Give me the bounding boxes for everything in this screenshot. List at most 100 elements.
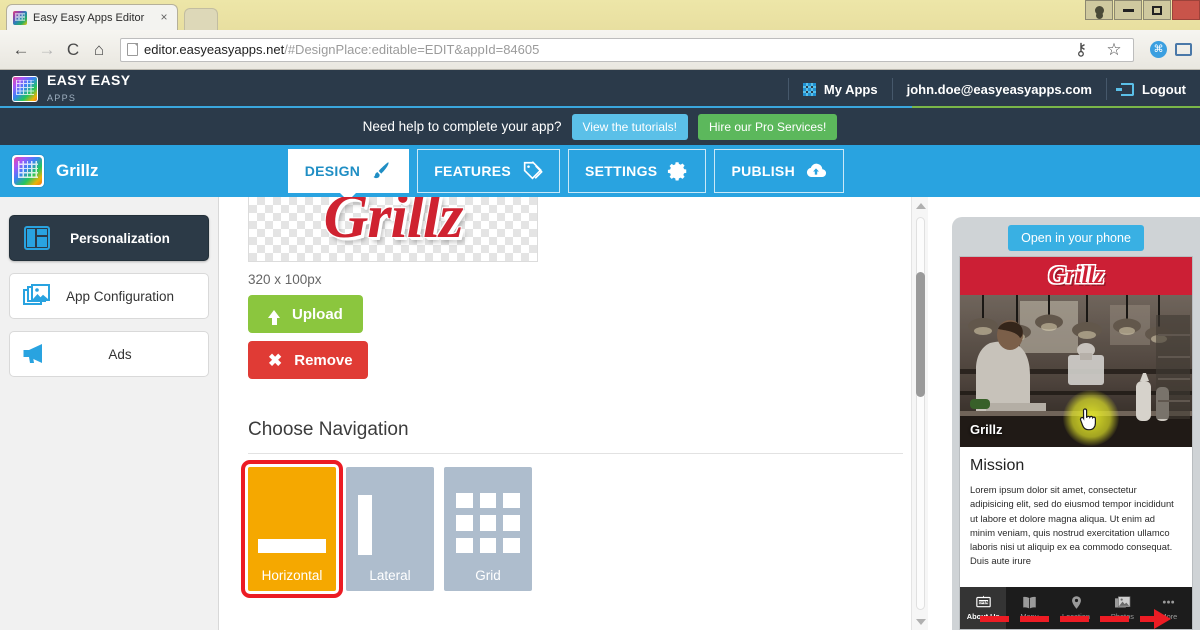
tab-features[interactable]: FEATURES (417, 149, 561, 193)
tab-design-label: DESIGN (304, 163, 361, 179)
browser-tabstrip: Easy Easy Apps Editor × (0, 0, 1200, 30)
phone-text-content: Mission Lorem ipsum dolor sit amet, cons… (960, 447, 1192, 569)
nav-option-horizontal-label: Horizontal (261, 568, 323, 583)
logo-preview-text: Grillz (323, 197, 464, 252)
view-tutorials-button[interactable]: View the tutorials! (571, 113, 688, 140)
address-bar[interactable]: editor.easyeasyapps.net /#DesignPlace:ed… (120, 37, 1134, 63)
logo-dimensions: 320 x 100px (248, 272, 322, 287)
logo-actions: Upload ✖ Remove (248, 295, 368, 387)
sidebar-item-ads[interactable]: Ads (9, 331, 209, 377)
logout-icon (1115, 82, 1134, 96)
divider (248, 453, 903, 454)
logout-label: Logout (1141, 81, 1186, 97)
close-icon[interactable]: × (157, 10, 171, 25)
help-bar: Need help to complete your app? View the… (0, 108, 1200, 145)
tab-publish[interactable]: PUBLISH (714, 149, 844, 193)
svg-text:OPEN: OPEN (978, 601, 988, 605)
minimize-button[interactable] (1114, 0, 1142, 20)
app-nav-bar: Grillz DESIGN FEATURES SETTINGS PUBLISH (0, 145, 1200, 201)
reload-button[interactable]: C (60, 37, 86, 63)
tags-icon (523, 161, 543, 180)
open-sign-icon: OPEN (975, 595, 991, 608)
arrow-dash (1060, 616, 1089, 622)
app-name: Grillz (56, 161, 99, 180)
hire-pro-services-button[interactable]: Hire our Pro Services! (698, 113, 838, 140)
horizontal-layout-icon (258, 539, 326, 553)
phone-heading: Mission (970, 457, 1025, 474)
sidebar-item-personalization[interactable]: Personalization (9, 215, 209, 261)
new-tab-button[interactable] (184, 8, 218, 30)
remove-label: Remove (294, 351, 353, 369)
maximize-button[interactable] (1143, 0, 1171, 20)
remove-button[interactable]: ✖ Remove (248, 341, 368, 379)
left-sidebar: Personalization App Configuration Ads (0, 197, 219, 630)
maximize-icon (1152, 5, 1162, 15)
scrollbar-thumb[interactable] (916, 272, 925, 397)
my-apps-label: My Apps (823, 81, 878, 97)
window-controls (1084, 0, 1200, 22)
url-path: /#DesignPlace:editable=EDIT&appId=84605 (284, 42, 540, 57)
book-icon (1023, 596, 1036, 609)
url-domain: editor.easyeasyapps.net (144, 42, 285, 57)
lateral-layout-icon (358, 495, 372, 555)
arrow-head (1154, 609, 1171, 629)
logo-preview: Grillz (248, 197, 538, 262)
gear-icon (668, 162, 687, 181)
brand-line2: APPS (47, 93, 77, 103)
phone-screen: Grillz Grillz Mission Lorem ipsum dolor … (960, 257, 1192, 629)
easyeasyapps-logo-icon (12, 76, 38, 102)
paintbrush-icon (373, 162, 389, 179)
help-message: Need help to complete your app? (362, 119, 562, 134)
main-scrollbar[interactable] (911, 197, 928, 630)
main-tabs: DESIGN FEATURES SETTINGS PUBLISH (287, 145, 1200, 201)
account-email[interactable]: john.doe@easyeasyapps.com (893, 70, 1106, 108)
logout-button[interactable]: Logout (1107, 70, 1200, 108)
photo-caption: Grillz (970, 422, 1003, 437)
nav-option-grid[interactable]: Grid (444, 467, 532, 591)
scroll-up-icon[interactable] (912, 197, 929, 214)
extension-icon[interactable]: ⌘ (1150, 41, 1167, 58)
my-apps-button[interactable]: My Apps (789, 70, 892, 108)
tab-settings[interactable]: SETTINGS (568, 149, 707, 193)
bookmark-star-icon[interactable]: ☆ (1101, 37, 1127, 63)
phone-app-header: Grillz (960, 257, 1192, 295)
close-window-button[interactable] (1172, 0, 1200, 20)
tab-design[interactable]: DESIGN (287, 149, 410, 201)
brand-line1: EASY EASY (47, 71, 131, 88)
user-icon (1094, 5, 1104, 15)
forward-button[interactable]: → (34, 37, 60, 63)
photos-icon (1114, 596, 1131, 608)
extensions: ⌘ (1142, 41, 1192, 58)
phone-app-logo: Grillz (1048, 262, 1104, 289)
brand[interactable]: EASY EASY APPS (0, 73, 131, 106)
window-extension-icon[interactable] (1175, 43, 1192, 56)
hand-cursor-icon (1079, 408, 1096, 431)
upload-button[interactable]: Upload (248, 295, 363, 333)
layout-icon (24, 226, 50, 250)
scroll-down-icon[interactable] (912, 613, 929, 630)
annotation-arrow (980, 609, 1195, 629)
nav-option-lateral-label: Lateral (369, 568, 411, 583)
back-button[interactable]: ← (8, 37, 34, 63)
preview-frame: Open in your phone Grillz Grillz Mission… (952, 217, 1200, 630)
images-icon (23, 284, 50, 305)
sidebar-item-app-configuration[interactable]: App Configuration (9, 273, 209, 319)
phone-hero-photo[interactable]: Grillz (960, 295, 1192, 447)
key-icon[interactable]: ⚷ (1068, 37, 1094, 63)
arrow-dash (1020, 616, 1049, 622)
upload-label: Upload (292, 305, 343, 323)
app-header: EASY EASY APPS My Apps john.doe@easyeasy… (0, 70, 1200, 108)
cross-icon: ✖ (268, 350, 283, 370)
open-in-your-phone-button[interactable]: Open in your phone (1008, 225, 1144, 251)
nav-option-lateral[interactable]: Lateral (346, 467, 434, 591)
cloud-upload-icon (806, 163, 827, 177)
nav-option-horizontal[interactable]: Horizontal (241, 460, 343, 598)
arrow-dash (980, 616, 1009, 622)
section-title-choose-navigation: Choose Navigation (248, 419, 409, 440)
browser-tab[interactable]: Easy Easy Apps Editor × (6, 4, 178, 30)
browser-toolbar: ← → C ⌂ editor.easyeasyapps.net /#Design… (0, 30, 1200, 70)
user-profile-button[interactable] (1085, 0, 1113, 20)
sidebar-label-personalization: Personalization (70, 230, 170, 246)
page-info-icon (127, 43, 138, 56)
home-button[interactable]: ⌂ (86, 37, 112, 63)
